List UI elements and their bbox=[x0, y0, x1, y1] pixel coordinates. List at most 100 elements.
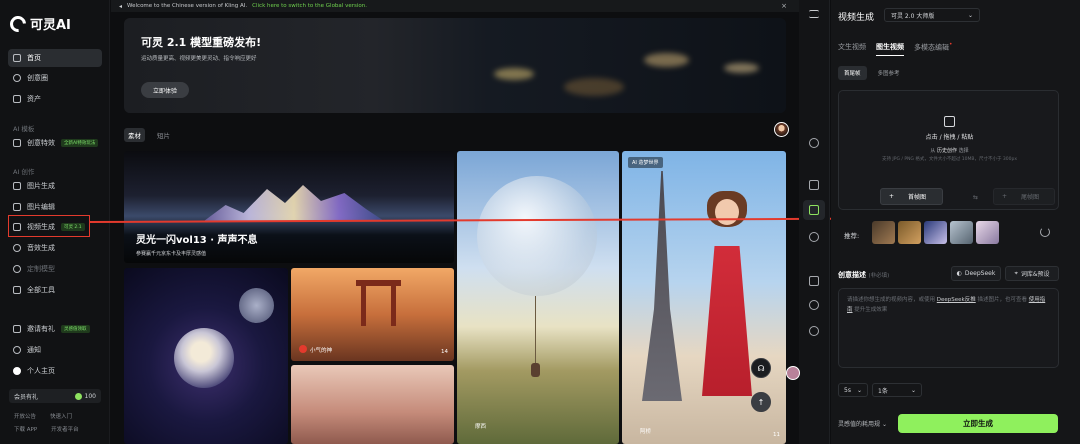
audio-tool-icon[interactable] bbox=[809, 232, 819, 242]
model-select[interactable]: 可灵 2.0 大师版 ⌄ bbox=[884, 8, 980, 22]
sidebar-item-image-gen[interactable]: 图片生成 bbox=[8, 177, 102, 195]
logo-text: 可灵AI bbox=[30, 18, 71, 33]
banner-art-glow bbox=[564, 78, 624, 96]
image-upload-area[interactable]: 点击 / 拖拽 / 粘贴 从 历史创作 选择 支持 JPG / PNG 格式，文… bbox=[838, 90, 1059, 210]
chevron-down-icon: ⌄ bbox=[881, 421, 887, 428]
tab-text-to-video[interactable]: 文生视频 bbox=[838, 42, 866, 56]
scroll-top-button[interactable]: ↑ bbox=[751, 392, 771, 412]
member-gift-button[interactable]: 会员有礼 100 bbox=[9, 389, 101, 403]
card-art-mountain bbox=[204, 185, 384, 221]
image-tool-icon[interactable] bbox=[809, 180, 819, 190]
recommend-label: 推荐: bbox=[844, 232, 860, 240]
logo[interactable]: 可灵AI bbox=[6, 12, 71, 35]
ai-assistant-button[interactable]: ☊ bbox=[751, 358, 771, 378]
card-art-dress bbox=[702, 246, 752, 396]
last-frame-label: 尾帧图 bbox=[1021, 194, 1040, 201]
duration-select[interactable]: 5s ⌄ bbox=[838, 383, 868, 397]
sidebar-item-profile[interactable]: 个人主页 bbox=[8, 362, 102, 380]
grid-icon bbox=[13, 286, 21, 294]
sidebar-item-label: 图片编辑 bbox=[27, 203, 55, 211]
last-frame-button[interactable]: + 尾帧图 bbox=[993, 188, 1055, 205]
deepseek-label: DeepSeek bbox=[964, 270, 996, 277]
sidebar-item-notifications[interactable]: 通知 bbox=[8, 341, 102, 359]
recommend-thumb[interactable] bbox=[898, 221, 921, 244]
eye-icon[interactable] bbox=[809, 300, 819, 310]
deepseek-button[interactable]: ◐ DeepSeek bbox=[951, 266, 1001, 281]
banner-art-glow bbox=[494, 68, 534, 80]
subtab-multi-ref[interactable]: 多图参考 bbox=[872, 66, 906, 80]
try-now-button[interactable]: 立即体验 bbox=[141, 82, 189, 98]
tab-materials[interactable]: 素材 bbox=[124, 128, 145, 142]
generate-button[interactable]: 立即生成 bbox=[898, 414, 1058, 433]
tab-shorts[interactable]: 短片 bbox=[153, 128, 174, 142]
swap-icon[interactable]: ⇆ bbox=[973, 194, 978, 201]
footer-links-row-2: 下载 APP 开发者平台 bbox=[14, 425, 79, 433]
mode-subtabs: 首尾帧 多图参考 bbox=[838, 66, 906, 80]
switch-global-link[interactable]: Click here to switch to the Global versi… bbox=[252, 3, 367, 9]
credit-rule-link[interactable]: 灵感值的耗用规 ⌄ bbox=[838, 419, 887, 428]
magic-icon[interactable] bbox=[809, 138, 819, 148]
feed-card-balloon[interactable]: 摩西 bbox=[457, 151, 619, 444]
first-frame-button[interactable]: + 首帧图 bbox=[880, 188, 943, 205]
sidebar-item-invite[interactable]: 邀请有礼 灵感值领取 bbox=[8, 320, 102, 338]
sound-icon bbox=[13, 244, 21, 252]
panel-tabs: 文生视频 图生视频 多模态编辑• bbox=[838, 42, 952, 56]
history-link[interactable]: 历史创作 bbox=[937, 148, 957, 154]
feed-card-blurred[interactable] bbox=[291, 365, 454, 444]
recommend-thumb[interactable] bbox=[872, 221, 895, 244]
plus-icon: + bbox=[1002, 193, 1008, 200]
phone-icon[interactable] bbox=[809, 276, 819, 286]
refresh-icon[interactable] bbox=[1040, 227, 1050, 237]
word-library-button[interactable]: ⌖ 词库&预设 bbox=[1005, 266, 1059, 281]
member-label: 会员有礼 bbox=[14, 393, 39, 401]
recommend-thumb[interactable] bbox=[950, 221, 973, 244]
count-select[interactable]: 1条 ⌄ bbox=[872, 383, 922, 397]
recommend-thumb[interactable] bbox=[924, 221, 947, 244]
avatar-floating[interactable] bbox=[786, 366, 800, 380]
sidebar-item-assets[interactable]: 资产 bbox=[8, 90, 102, 108]
like-count: 14 bbox=[441, 349, 448, 355]
sidebar-item-sound-gen[interactable]: 音效生成 bbox=[8, 239, 102, 257]
menu-icon[interactable] bbox=[809, 10, 819, 18]
chevron-down-icon: ⌄ bbox=[910, 386, 916, 394]
tab-label: 多模态编辑 bbox=[914, 43, 949, 52]
sidebar-item-home[interactable]: 首页 bbox=[8, 49, 102, 67]
card-subtitle: 参赛赢千元京东卡及丰厚灵感值 bbox=[136, 251, 207, 257]
tab-multimodal-edit[interactable]: 多模态编辑• bbox=[914, 42, 952, 56]
prompt-textarea[interactable]: 请描述你想生成的视频内容，或使用 DeepSeek反推 描述图片，也可查看 使用… bbox=[838, 288, 1059, 368]
footer-link[interactable]: 下载 APP bbox=[14, 425, 37, 433]
video-tool-icon[interactable] bbox=[809, 205, 819, 215]
close-icon[interactable]: × bbox=[781, 2, 787, 10]
footer-link[interactable]: 开放公告 bbox=[14, 412, 36, 420]
history-icon[interactable] bbox=[809, 326, 819, 336]
panel-title: 视频生成 bbox=[838, 13, 875, 23]
feed-card-astronaut[interactable] bbox=[124, 268, 288, 444]
sidebar-item-image-edit[interactable]: 图片编辑 bbox=[8, 198, 102, 216]
banner-art-glow bbox=[724, 63, 759, 73]
footer-link[interactable]: 开发者平台 bbox=[51, 425, 79, 433]
feed-card-event[interactable]: 灵光一闪vol13 · 声声不息 参赛赢千元京东卡及丰厚灵感值 bbox=[124, 151, 454, 263]
sidebar-item-label: 定制模型 bbox=[27, 265, 55, 273]
sidebar-item-community[interactable]: 创意圈 bbox=[8, 69, 102, 87]
sidebar-item-label: 音效生成 bbox=[27, 244, 55, 252]
notice-bar: ◂ Welcome to the Chinese version of Klin… bbox=[111, 0, 799, 12]
deepseek-link[interactable]: DeepSeek反推 bbox=[937, 297, 976, 303]
sidebar-item-label: 资产 bbox=[27, 95, 41, 103]
card-art-gate bbox=[361, 286, 366, 326]
recommend-thumb[interactable] bbox=[976, 221, 999, 244]
sidebar-item-custom-model[interactable]: 定制模型 bbox=[8, 260, 102, 278]
banner-art-glow bbox=[644, 53, 689, 67]
card-art-face bbox=[715, 199, 739, 225]
footer-link[interactable]: 快速入门 bbox=[50, 412, 72, 420]
promo-banner[interactable]: 可灵 2.1 模型重磅发布! 运动质量更高、视频更美更灵动、指令响应更好 立即体… bbox=[124, 18, 786, 113]
user-avatar[interactable] bbox=[774, 122, 789, 137]
placeholder-part: 提升生成效果 bbox=[854, 307, 888, 313]
sidebar-item-all-tools[interactable]: 全部工具 bbox=[8, 281, 102, 299]
card-author: 小气的神 bbox=[310, 348, 333, 354]
feed-card-torii[interactable]: 小气的神 14 bbox=[291, 268, 454, 361]
sidebar-item-effects[interactable]: 创意特效 全新AI特效玩法 bbox=[8, 134, 102, 152]
invite-badge: 灵感值领取 bbox=[61, 325, 90, 333]
subtab-first-last[interactable]: 首尾帧 bbox=[838, 66, 867, 80]
tab-image-to-video[interactable]: 图生视频 bbox=[876, 42, 904, 56]
app-root: 可灵AI 首页 创意圈 资产 AI 模板 创意特效 全新AI特效玩法 AI 创作… bbox=[0, 0, 1080, 444]
